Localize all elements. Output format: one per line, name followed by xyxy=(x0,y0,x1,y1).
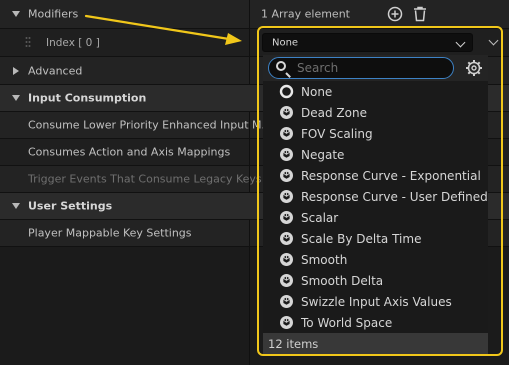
expand-arrow-icon[interactable] xyxy=(12,203,20,209)
modifiers-row: Modifiers 1 Array element xyxy=(0,0,509,28)
advanced-label-cell: Advanced xyxy=(0,57,249,84)
user-settings-title: User Settings xyxy=(28,199,113,213)
expand-arrow-icon[interactable] xyxy=(13,66,19,75)
add-element-icon[interactable] xyxy=(387,6,403,22)
column-divider[interactable] xyxy=(249,220,250,246)
highlight-frame xyxy=(257,26,503,356)
advanced-label: Advanced xyxy=(28,64,83,77)
column-divider[interactable] xyxy=(249,139,250,165)
index-label: Index [ 0 ] xyxy=(46,36,100,49)
property-label-cell: Consume Lower Priority Enhanced Input M.… xyxy=(0,112,272,138)
input-consumption-title: Input Consumption xyxy=(28,91,147,105)
array-count-text: 1 Array element xyxy=(261,7,350,21)
property-label: Consume Lower Priority Enhanced Input M.… xyxy=(28,118,273,132)
modifiers-value-cell: 1 Array element xyxy=(250,0,509,28)
column-divider[interactable] xyxy=(249,57,250,84)
property-label-cell: Player Mappable Key Settings xyxy=(0,220,249,246)
property-label: Trigger Events That Consume Legacy Keys xyxy=(28,172,262,186)
drag-handle-icon[interactable] xyxy=(25,36,31,50)
property-label: Player Mappable Key Settings xyxy=(28,226,192,240)
modifiers-label: Modifiers xyxy=(28,7,79,21)
modifiers-label-cell: Modifiers xyxy=(0,0,249,28)
property-label: Consumes Action and Axis Mappings xyxy=(28,145,231,159)
column-divider[interactable] xyxy=(249,112,250,138)
expand-arrow-icon[interactable] xyxy=(12,95,20,101)
property-label-cell: Trigger Events That Consume Legacy Keys xyxy=(0,166,262,192)
property-label-cell: Consumes Action and Axis Mappings xyxy=(0,139,249,165)
expand-arrow-icon[interactable] xyxy=(12,11,20,17)
column-divider[interactable] xyxy=(249,166,250,192)
column-divider[interactable] xyxy=(249,29,250,56)
trash-icon[interactable] xyxy=(413,6,427,22)
column-divider[interactable] xyxy=(249,247,250,365)
index-label-cell: Index [ 0 ] xyxy=(0,29,249,56)
